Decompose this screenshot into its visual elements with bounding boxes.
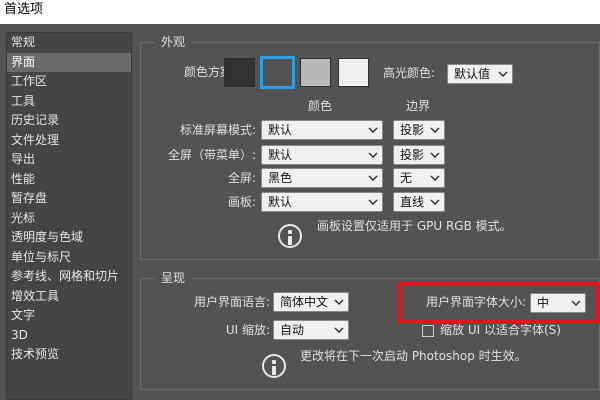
sidebar-item[interactable]: 导出 — [7, 150, 131, 170]
chevron-down-icon — [334, 327, 344, 334]
column-header-border: 边界 — [406, 99, 431, 113]
color-value: 默认 — [268, 195, 293, 209]
color-value: 默认 — [268, 123, 293, 137]
color-dropdown[interactable]: 默认 — [261, 145, 383, 165]
sidebar-item[interactable]: 透明度与色域 — [7, 228, 131, 248]
sidebar-item[interactable]: 界面 — [7, 52, 131, 72]
sidebar-item[interactable]: 暂存盘 — [7, 189, 131, 209]
sidebar-item[interactable]: 光标 — [7, 209, 131, 229]
ui-scale-value: 自动 — [280, 323, 305, 337]
color-dropdown[interactable]: 默认 — [261, 120, 383, 140]
screen-mode-label: 画板: — [227, 195, 256, 209]
column-header-color: 颜色 — [308, 99, 333, 113]
sidebar-item[interactable]: 文字 — [7, 306, 131, 326]
sidebar-item[interactable]: 3D — [7, 326, 131, 346]
scale-ui-checkbox[interactable] — [422, 325, 434, 337]
border-dropdown[interactable]: 投影 — [393, 145, 445, 165]
info-icon — [262, 354, 286, 378]
color-scheme-swatch-4[interactable] — [338, 58, 369, 87]
chevron-down-icon — [430, 175, 440, 182]
sidebar-item[interactable]: 增效工具 — [7, 287, 131, 307]
ui-language-value: 简体中文 — [280, 295, 329, 309]
color-scheme-swatch-3[interactable] — [300, 58, 331, 87]
border-value: 无 — [400, 171, 413, 185]
scale-ui-checkbox-label: 缩放 UI 以适合字体(S) — [440, 323, 561, 337]
color-scheme-swatch-2[interactable] — [260, 56, 295, 89]
color-scheme-swatch-1[interactable] — [224, 58, 255, 87]
ui-scale-dropdown[interactable]: 自动 — [273, 320, 349, 340]
border-dropdown[interactable]: 直线 — [393, 192, 445, 212]
color-dropdown[interactable]: 黑色 — [261, 168, 383, 188]
info-icon — [278, 224, 302, 248]
chevron-down-icon — [430, 127, 440, 134]
chevron-down-icon — [368, 175, 378, 182]
sidebar-item[interactable]: 工具 — [7, 92, 131, 112]
border-value: 投影 — [400, 123, 425, 137]
artboard-note: 画板设置仅适用于 GPU RGB 模式。 — [317, 219, 512, 233]
chevron-down-icon — [334, 299, 344, 306]
ui-scale-label: UI 缩放: — [225, 323, 270, 337]
sidebar-item[interactable]: 单位与标尺 — [7, 248, 131, 268]
border-dropdown[interactable]: 无 — [393, 168, 445, 188]
chevron-down-icon — [368, 127, 378, 134]
presentation-group-label: 呈现 — [155, 270, 192, 286]
screen-mode-label: 标准屏幕模式: — [179, 123, 256, 137]
highlight-color-dropdown[interactable]: 默认值 — [447, 64, 513, 84]
color-value: 黑色 — [268, 171, 293, 185]
sidebar-item[interactable]: 工作区 — [7, 72, 131, 92]
color-scheme-label: 颜色方案: — [183, 65, 236, 79]
sidebar-item[interactable]: 性能 — [7, 170, 131, 190]
chevron-down-icon — [368, 152, 378, 159]
sidebar-item[interactable]: 参考线、网格和切片 — [7, 267, 131, 287]
appearance-group-label: 外观 — [155, 34, 192, 50]
border-value: 直线 — [400, 195, 425, 209]
highlight-color-label: 高光颜色: — [383, 66, 436, 80]
restart-note: 更改将在下一次启动 Photoshop 时生效。 — [300, 349, 527, 363]
border-value: 投影 — [400, 148, 425, 162]
chevron-down-icon — [430, 199, 440, 206]
ui-font-size-highlight-box — [397, 282, 600, 324]
sidebar-item[interactable]: 文件处理 — [7, 131, 131, 151]
sidebar: 常规 界面 工作区 工具 历史记录 文件处理 导出 性能 暂存盘 光标 透明度与色域 单位与标尺 参考线… — [6, 32, 132, 400]
window-title: 首选项 — [0, 0, 600, 24]
highlight-color-value: 默认值 — [454, 67, 491, 81]
screen-mode-label: 全屏: — [227, 171, 256, 185]
screen-mode-label: 全屏（带菜单）: — [167, 148, 256, 162]
ui-language-label: 用户界面语言: — [193, 295, 270, 309]
sidebar-item[interactable]: 历史记录 — [7, 111, 131, 131]
sidebar-item[interactable]: 技术预览 — [7, 345, 131, 365]
color-value: 默认 — [268, 148, 293, 162]
color-dropdown[interactable]: 默认 — [261, 192, 383, 212]
chevron-down-icon — [430, 152, 440, 159]
ui-language-dropdown[interactable]: 简体中文 — [273, 292, 349, 312]
chevron-down-icon — [368, 199, 378, 206]
chevron-down-icon — [498, 71, 508, 78]
sidebar-item[interactable]: 常规 — [7, 33, 131, 53]
border-dropdown[interactable]: 投影 — [393, 120, 445, 140]
